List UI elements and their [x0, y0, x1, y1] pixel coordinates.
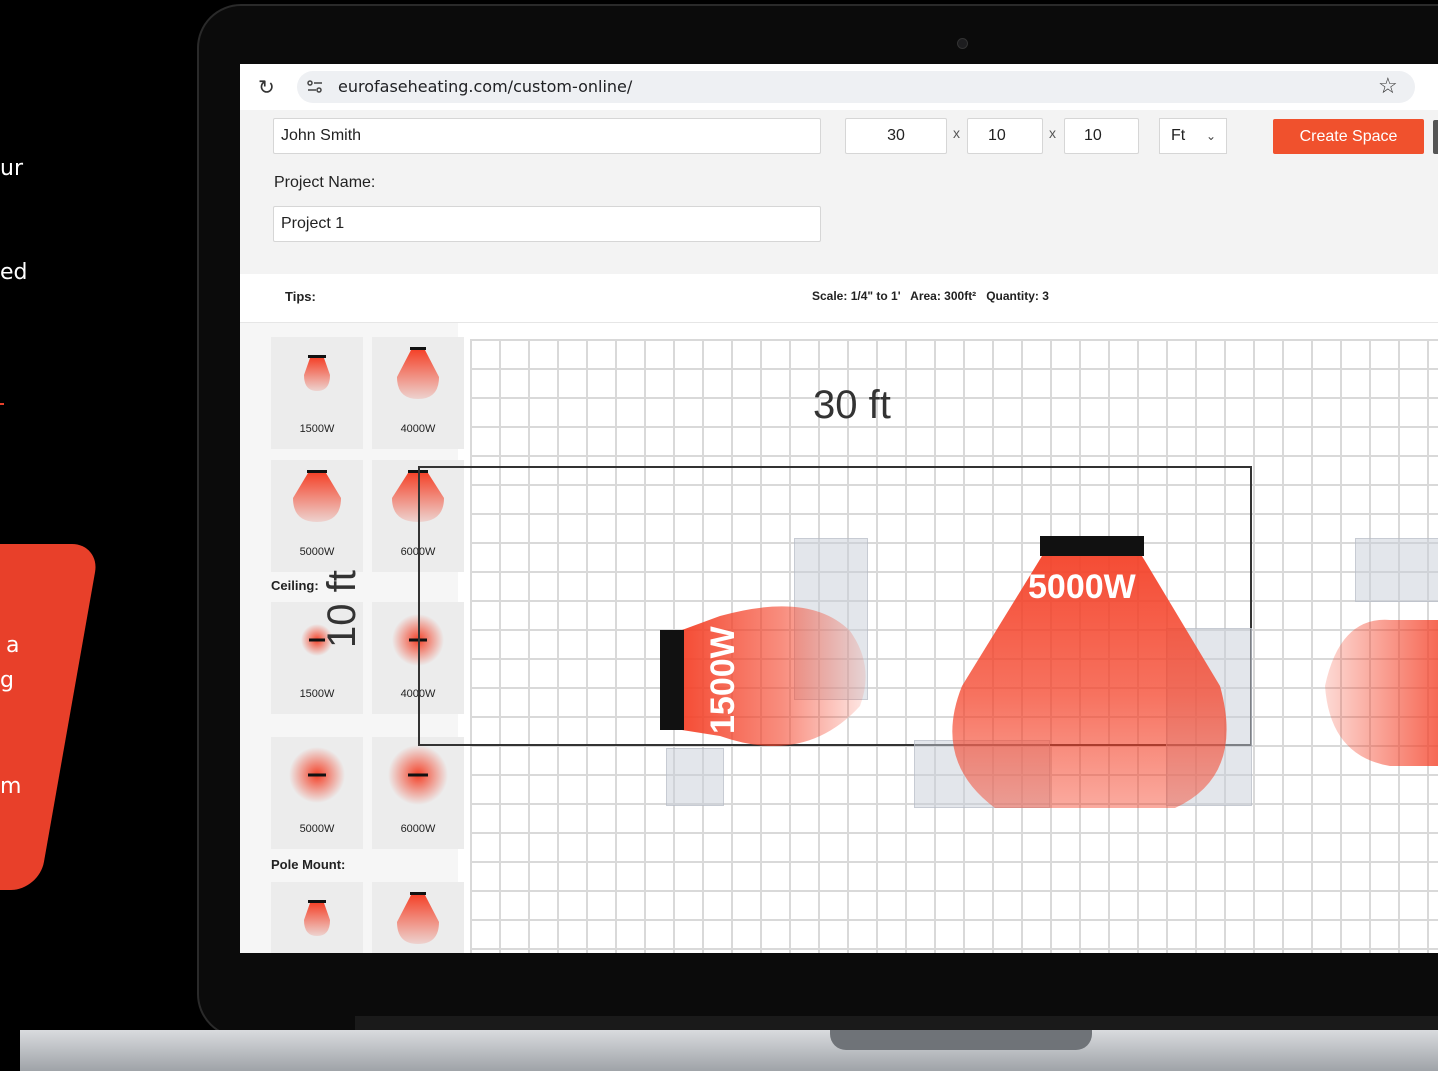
wall-heater-icon: [397, 347, 439, 399]
tips-label[interactable]: Tips:: [285, 289, 316, 304]
side-text-fragment-1: ur: [0, 156, 23, 181]
dimension-separator: x: [953, 125, 960, 141]
scale-text: Scale: 1/4" to 1': [812, 289, 901, 303]
pole-heater-icon: [304, 900, 330, 936]
promo-card: [0, 544, 100, 890]
promo-card-text-1: a: [6, 633, 20, 658]
wall-heater-icon: [293, 470, 341, 522]
chevron-down-icon: ⌄: [1205, 129, 1216, 143]
heater-center-label: 5000W: [1028, 568, 1136, 606]
height-input[interactable]: 10: [1064, 118, 1139, 154]
tile-label: 6000W: [400, 823, 436, 835]
heater-1500w-placed[interactable]: [660, 606, 866, 746]
webcam: [957, 38, 968, 49]
heater-tile-ceiling-5000w[interactable]: 5000W: [271, 737, 363, 849]
wall-heater-icon: [304, 355, 330, 391]
heater-tile-wall-4000w[interactable]: 4000W: [372, 337, 464, 449]
pole-mount-section-label: Pole Mount:: [271, 857, 346, 872]
heater-right-placed[interactable]: [1325, 619, 1438, 766]
site-settings-icon[interactable]: [306, 78, 324, 96]
bookmark-star-icon[interactable]: ☆: [1378, 73, 1398, 99]
pole-heater-icon: [397, 892, 439, 944]
heater-tile-pole-4000w[interactable]: [372, 882, 464, 953]
reload-icon[interactable]: ↻: [258, 75, 275, 100]
laptop-notch: [830, 1030, 1092, 1050]
tile-label: 5000W: [299, 823, 335, 835]
width-dimension-label: 10 ft: [320, 570, 364, 648]
project-name-input[interactable]: Project 1: [273, 206, 821, 242]
info-bar: Tips: Scale: 1/4" to 1' Area: 300ft² Qua…: [240, 274, 1438, 323]
side-link-fragment: [0, 385, 4, 405]
unit-select[interactable]: Ft ⌄: [1159, 118, 1227, 154]
url-text[interactable]: eurofaseheating.com/custom-online/: [338, 77, 632, 96]
ceiling-heater-icon: [388, 745, 448, 805]
length-input[interactable]: 30: [845, 118, 947, 154]
dimension-separator: x: [1049, 125, 1056, 141]
secondary-button-edge[interactable]: [1433, 120, 1438, 154]
heater-left-label: 1500W: [704, 626, 742, 734]
side-text-fragment-2: ed: [0, 260, 28, 285]
name-input[interactable]: John Smith: [273, 118, 821, 154]
unit-select-value: Ft: [1171, 127, 1186, 144]
tile-label: 1500W: [299, 688, 335, 700]
laptop-base: [20, 1030, 1438, 1071]
promo-card-text-3: m: [0, 774, 22, 799]
area-text: Area: 300ft²: [910, 289, 977, 303]
tile-label: 4000W: [400, 423, 436, 435]
width-input[interactable]: 10: [967, 118, 1043, 154]
browser-toolbar: ↻ eurofaseheating.com/custom-online/ ☆: [240, 64, 1438, 110]
tile-label: 1500W: [299, 423, 335, 435]
layout-stats: Scale: 1/4" to 1' Area: 300ft² Quantity:…: [812, 289, 1049, 303]
heater-tile-wall-1500w[interactable]: 1500W: [271, 337, 363, 449]
ceiling-heater-icon: [289, 747, 345, 803]
length-dimension-label: 30 ft: [813, 383, 891, 427]
heater-tile-pole-1500w[interactable]: [271, 882, 363, 953]
create-space-button[interactable]: Create Space: [1273, 119, 1424, 154]
ceiling-section-label: Ceiling:: [271, 578, 319, 593]
heater-tile-ceiling-6000w[interactable]: 6000W: [372, 737, 464, 849]
quantity-text: Quantity: 3: [986, 289, 1049, 303]
project-name-label: Project Name:: [274, 174, 376, 191]
promo-card-text-2: g: [0, 668, 14, 693]
heater-tile-wall-5000w[interactable]: 5000W: [271, 460, 363, 572]
laptop-hinge: [355, 1016, 1438, 1030]
tile-label: 5000W: [299, 546, 335, 558]
